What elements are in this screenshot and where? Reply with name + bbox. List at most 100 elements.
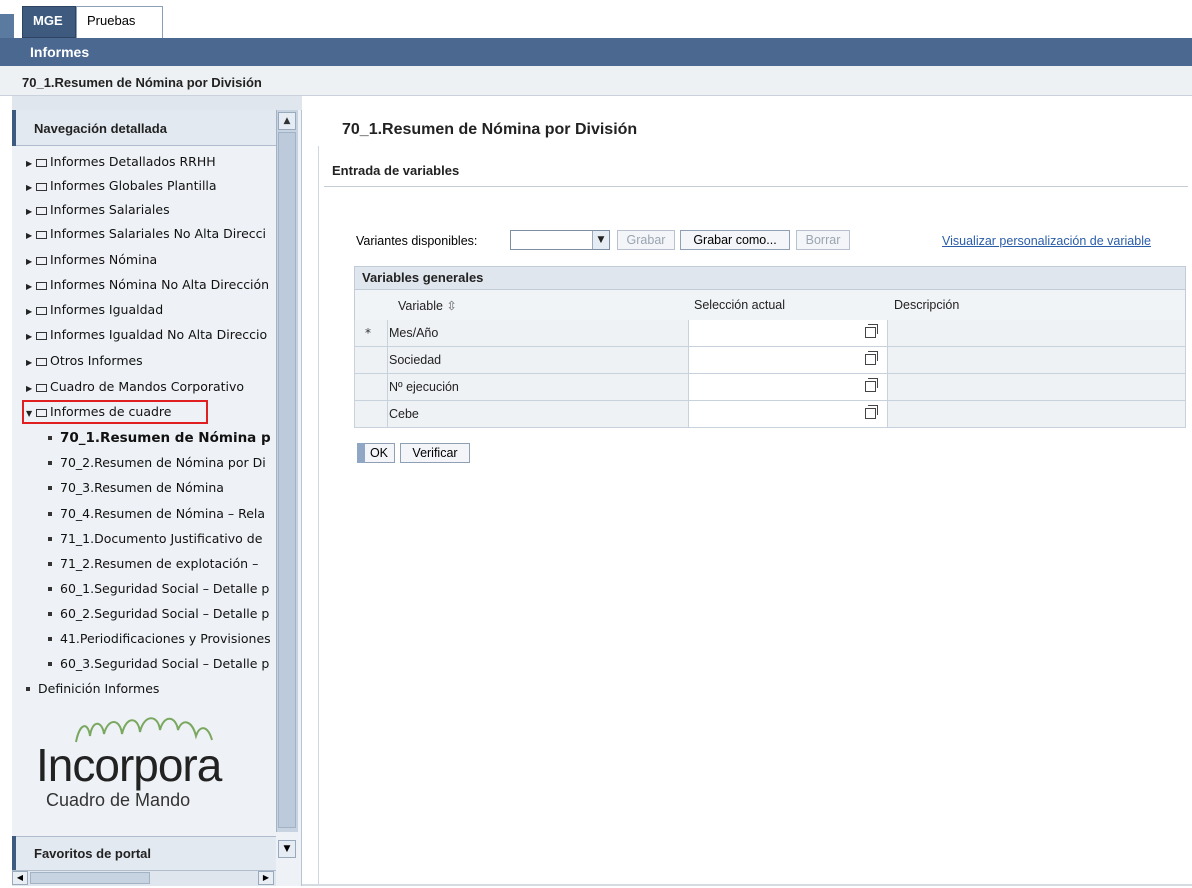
nav-folder-informes-nomina[interactable]: ▶ Informes Nómina [26, 249, 278, 271]
triangle-right-icon: ▶ [26, 282, 33, 291]
grabar-como-button[interactable]: Grabar como... [680, 230, 790, 250]
col-head-seleccion: Selección actual [694, 298, 786, 312]
nav-folder-otros-informes[interactable]: ▶ Otros Informes [26, 350, 278, 372]
bullet-icon [48, 612, 52, 616]
nav-report-71-2[interactable]: 71_2.Resumen de explotación – [48, 553, 278, 575]
borrar-button[interactable]: Borrar [796, 230, 850, 250]
folder-icon [36, 384, 47, 392]
cebe-input[interactable] [688, 401, 888, 427]
nav-folder-informes-salariales[interactable]: ▶ Informes Salariales [26, 199, 278, 221]
triangle-right-icon: ▶ [26, 358, 33, 367]
scroll-right-icon[interactable]: ▶ [258, 871, 274, 885]
folder-icon [36, 207, 47, 215]
chevron-down-icon[interactable]: ▼ [278, 840, 296, 858]
top-tab-row [0, 0, 1192, 38]
value-help-icon[interactable] [865, 405, 878, 419]
variables-table-title: Variables generales [362, 270, 484, 285]
nav-header-accent [12, 110, 16, 146]
highlight-box [22, 400, 208, 424]
table-row: Nº ejecución [354, 374, 1186, 401]
folder-icon [36, 332, 47, 340]
page-title: 70_1.Resumen de Nómina por División [342, 121, 638, 138]
variable-name: Cebe [389, 407, 419, 421]
num-ejecucion-input[interactable] [688, 374, 888, 400]
folder-icon [36, 307, 47, 315]
header-band [0, 38, 1192, 66]
mes-ano-input[interactable] [688, 320, 888, 346]
bullet-icon [48, 512, 52, 516]
col-head-variable[interactable]: Variable ⇳ [398, 298, 457, 313]
nav-report-71-1[interactable]: 71_1.Documento Justificativo de [48, 528, 278, 550]
triangle-right-icon: ▶ [26, 159, 33, 168]
nav-hscroll-thumb[interactable] [30, 872, 150, 884]
grabar-button[interactable]: Grabar [617, 230, 675, 250]
nav-folder-informes-detallados[interactable]: ▶ Informes Detallados RRHH [26, 151, 278, 173]
bullet-icon [48, 662, 52, 666]
nav-report-60-2[interactable]: 60_2.Seguridad Social – Detalle p [48, 603, 278, 625]
scroll-up-icon[interactable]: ▲ [278, 112, 296, 130]
nav-report-41[interactable]: 41.Periodificaciones y Provisiones [48, 628, 278, 650]
folder-icon [36, 183, 47, 191]
bullet-icon [48, 587, 52, 591]
content-divider [318, 146, 319, 886]
value-help-icon[interactable] [865, 378, 878, 392]
folder-icon [36, 358, 47, 366]
table-row: * Mes/Año [354, 320, 1186, 347]
sort-icon[interactable]: ⇳ [446, 299, 456, 313]
bullet-icon [48, 637, 52, 641]
triangle-right-icon: ▶ [26, 257, 33, 266]
nav-folder-informes-nomina-no-alta[interactable]: ▶ Informes Nómina No Alta Dirección [26, 274, 278, 296]
visualizar-personalizacion-link[interactable]: Visualizar personalización de variable [942, 234, 1151, 248]
triangle-right-icon: ▶ [26, 231, 33, 240]
nav-report-70-2[interactable]: 70_2.Resumen de Nómina por Di [48, 452, 278, 474]
favorites-accent [12, 836, 16, 870]
col-head-descripcion: Descripción [894, 298, 960, 312]
nav-definicion-informes[interactable]: Definición Informes [26, 678, 278, 700]
sociedad-input[interactable] [688, 347, 888, 373]
nav-folder-informes-globales[interactable]: ▶ Informes Globales Plantilla [26, 175, 278, 197]
table-row: Cebe [354, 401, 1186, 428]
logo-wordmark: Incorpora [36, 739, 222, 791]
bullet-icon [48, 436, 52, 440]
tab-mge[interactable]: MGE [22, 6, 76, 38]
folder-icon [36, 257, 47, 265]
triangle-right-icon: ▶ [26, 332, 33, 341]
nav-top-scroll[interactable] [12, 96, 302, 110]
favorites-title[interactable]: Favoritos de portal [34, 846, 151, 861]
nav-report-70-4[interactable]: 70_4.Resumen de Nómina – Rela [48, 503, 278, 525]
folder-icon [36, 231, 47, 239]
nav-report-70-1[interactable]: 70_1.Resumen de Nómina p [48, 427, 278, 449]
nav-folder-informes-salariales-no-alta[interactable]: ▶ Informes Salariales No Alta Direcci [26, 223, 278, 245]
variantes-label: Variantes disponibles: [356, 234, 478, 248]
bullet-icon [48, 486, 52, 490]
table-row: Sociedad [354, 347, 1186, 374]
bullet-icon [48, 537, 52, 541]
verificar-button[interactable]: Verificar [400, 443, 470, 463]
triangle-right-icon: ▶ [26, 384, 33, 393]
nav-report-60-1[interactable]: 60_1.Seguridad Social – Detalle p [48, 578, 278, 600]
variable-name: Nº ejecución [389, 380, 459, 394]
nav-report-70-3[interactable]: 70_3.Resumen de Nómina [48, 477, 278, 499]
bullet-icon [48, 562, 52, 566]
value-help-icon[interactable] [865, 351, 878, 365]
triangle-right-icon: ▶ [26, 307, 33, 316]
logo-subtitle: Cuadro de Mando [46, 790, 191, 810]
nav-report-60-3[interactable]: 60_3.Seguridad Social – Detalle p [48, 653, 278, 675]
nav-header-title: Navegación detallada [34, 121, 167, 136]
nav-folder-informes-igualdad-no-alta[interactable]: ▶ Informes Igualdad No Alta Direccio [26, 324, 278, 346]
scroll-left-icon[interactable]: ◀ [12, 871, 28, 885]
section-divider [324, 186, 1188, 187]
variable-name: Mes/Año [389, 326, 439, 340]
header-title[interactable]: Informes [30, 44, 89, 60]
nav-scroll-thumb[interactable] [278, 132, 296, 828]
value-help-icon[interactable] [865, 324, 878, 338]
nav-folder-informes-igualdad[interactable]: ▶ Informes Igualdad [26, 299, 278, 321]
nav-folder-cuadro-de-mandos[interactable]: ▶ Cuadro de Mandos Corporativo [26, 376, 278, 398]
chevron-down-icon[interactable]: ▼ [592, 231, 609, 249]
breadcrumb-title: 70_1.Resumen de Nómina por División [22, 75, 262, 90]
section-title: Entrada de variables [332, 163, 460, 178]
tab-pruebas[interactable]: Pruebas [76, 6, 163, 38]
bullet-icon [48, 461, 52, 465]
ok-button-accent [357, 443, 365, 463]
triangle-right-icon: ▶ [26, 207, 33, 216]
